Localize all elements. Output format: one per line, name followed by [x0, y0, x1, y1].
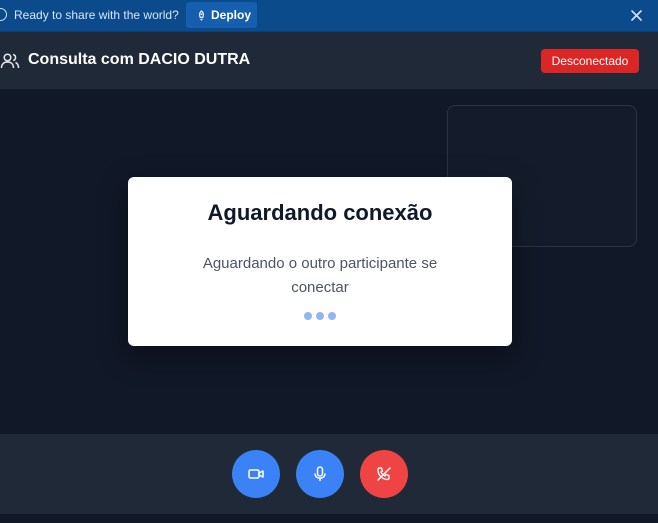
loading-dot — [328, 312, 336, 320]
hang-up-button[interactable] — [360, 450, 408, 498]
loading-dot — [304, 312, 312, 320]
dialog-title: Aguardando conexão — [207, 200, 433, 225]
video-camera-icon — [248, 469, 264, 479]
camera-toggle-button[interactable] — [232, 450, 280, 498]
microphone-icon — [314, 466, 326, 481]
deploy-button[interactable]: Deploy — [186, 2, 257, 28]
banner-text: Ready to share with the world? — [14, 8, 179, 22]
waiting-dialog: Aguardando conexão Aguardando o outro pa… — [128, 177, 512, 346]
microphone-toggle-button[interactable] — [296, 450, 344, 498]
status-badge: Desconectado — [541, 49, 639, 73]
close-icon[interactable] — [630, 9, 643, 22]
bottom-strip — [0, 514, 658, 523]
deploy-label: Deploy — [211, 8, 252, 22]
dialog-message: Aguardando o outro participante se conec… — [202, 255, 438, 296]
phone-off-icon — [377, 467, 391, 481]
users-icon — [0, 53, 20, 69]
rocket-icon — [199, 9, 204, 21]
info-icon — [0, 8, 7, 21]
loading-dot — [316, 312, 324, 320]
deploy-banner: Ready to share with the world? Deploy — [0, 0, 658, 32]
loading-indicator — [304, 312, 336, 320]
page-title: Consulta com DACIO DUTRA — [28, 51, 251, 68]
